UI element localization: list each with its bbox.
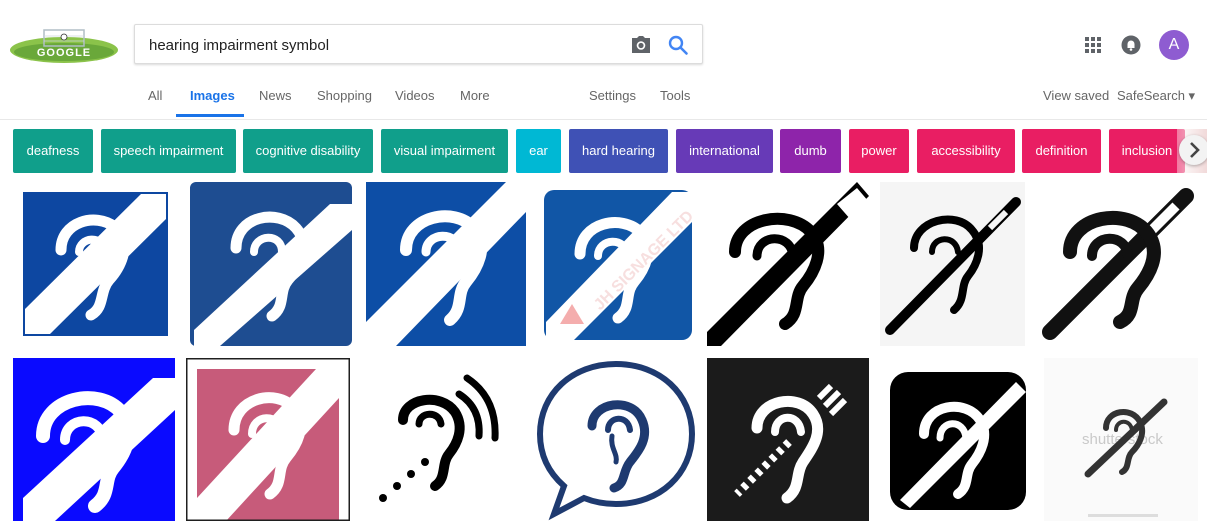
view-saved-link[interactable]: View saved	[1043, 88, 1109, 118]
image-result[interactable]	[707, 182, 869, 346]
image-result[interactable]: JH SIGNAGE LTD	[542, 182, 694, 346]
search-icon[interactable]	[667, 34, 689, 56]
image-result[interactable]	[366, 182, 526, 346]
chip-inclusion[interactable]: inclusion	[1109, 129, 1185, 173]
image-result[interactable]	[13, 182, 178, 346]
chip-visual-impairment[interactable]: visual impairment	[381, 129, 508, 173]
chip-international[interactable]: international	[676, 129, 773, 173]
tab-news[interactable]: News	[259, 88, 292, 118]
svg-text:GOOGLE: GOOGLE	[37, 47, 91, 59]
account-avatar[interactable]: A	[1159, 30, 1189, 60]
camera-icon[interactable]	[630, 35, 652, 55]
tab-more[interactable]: More	[460, 88, 490, 118]
image-result[interactable]	[186, 358, 350, 521]
image-result[interactable]	[363, 358, 523, 521]
related-search-chips: deafness speech impairment cognitive dis…	[0, 128, 1207, 174]
chip-accessibility[interactable]: accessibility	[917, 129, 1015, 173]
tools-link[interactable]: Tools	[660, 88, 690, 118]
search-box[interactable]	[134, 24, 703, 64]
chip-hard-hearing[interactable]: hard hearing	[569, 129, 668, 173]
chip-dumb[interactable]: dumb	[780, 129, 841, 173]
chips-scroll-next[interactable]	[1177, 129, 1207, 173]
safesearch-dropdown[interactable]: SafeSearch ▾	[1117, 88, 1195, 118]
search-input[interactable]	[149, 33, 609, 57]
image-result[interactable]	[880, 182, 1025, 346]
settings-link[interactable]: Settings	[589, 88, 636, 118]
tab-videos[interactable]: Videos	[395, 88, 435, 118]
tab-all[interactable]: All	[148, 88, 162, 118]
image-result[interactable]	[707, 358, 869, 521]
chip-cognitive-disability[interactable]: cognitive disability	[243, 129, 373, 173]
image-result[interactable]	[880, 358, 1030, 521]
image-result[interactable]	[1036, 182, 1198, 346]
chip-definition[interactable]: definition	[1022, 129, 1101, 173]
chip-power[interactable]: power	[849, 129, 909, 173]
image-result[interactable]	[13, 358, 175, 521]
image-result[interactable]: shutterstock	[1044, 358, 1198, 521]
active-tab-indicator	[176, 114, 244, 117]
notifications-bell-icon[interactable]	[1121, 35, 1141, 55]
chevron-right-icon[interactable]	[1179, 135, 1207, 165]
header: GOOGLE A All Images News Shopping Videos	[0, 0, 1207, 120]
image-result[interactable]	[190, 182, 352, 346]
image-result[interactable]	[536, 358, 696, 521]
apps-grid-icon[interactable]	[1084, 36, 1102, 54]
google-doodle-logo[interactable]: GOOGLE	[10, 28, 118, 64]
chip-speech-impairment[interactable]: speech impairment	[101, 129, 236, 173]
tab-shopping[interactable]: Shopping	[317, 88, 372, 118]
chip-ear[interactable]: ear	[516, 129, 561, 173]
chip-deafness[interactable]: deafness	[13, 129, 93, 173]
